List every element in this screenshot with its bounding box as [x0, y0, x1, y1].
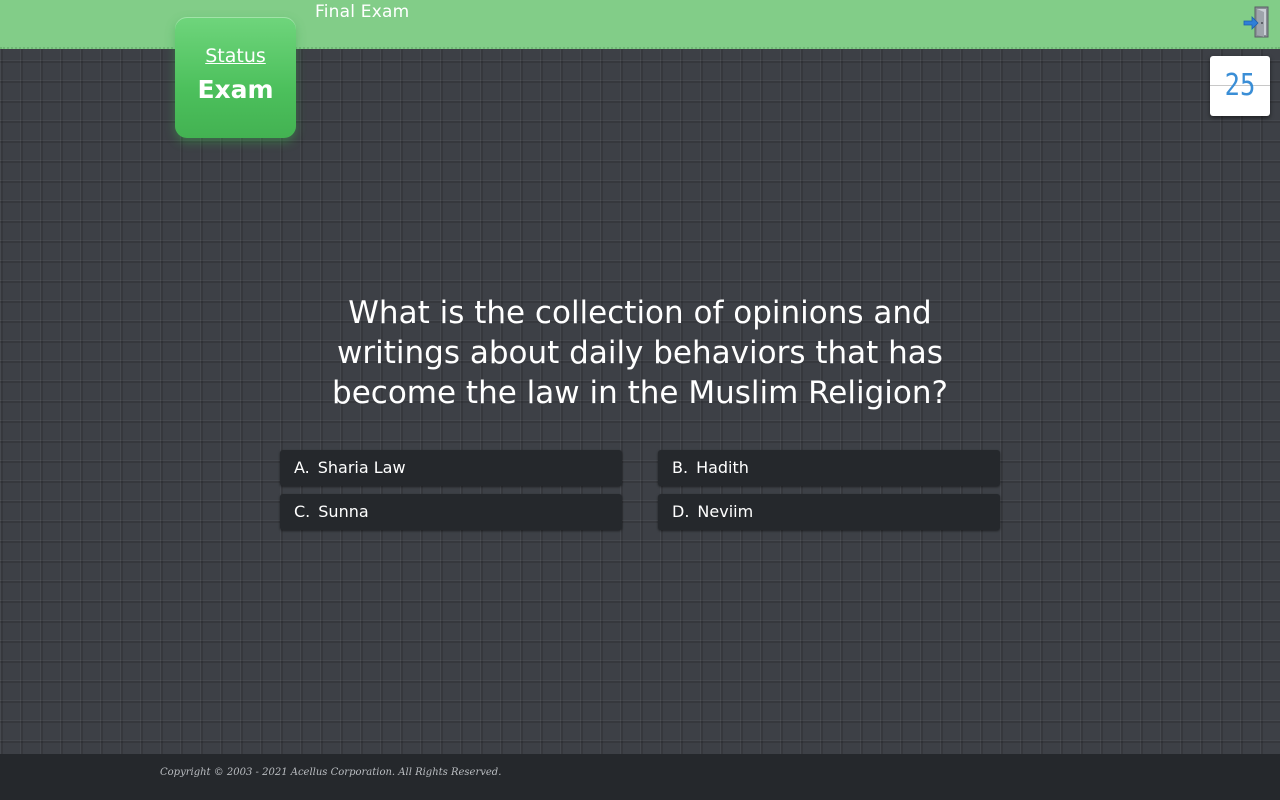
answer-letter: B.: [672, 458, 689, 477]
answer-option-d[interactable]: D. Neviim: [658, 494, 1000, 530]
answer-label: Neviim: [697, 502, 754, 521]
copyright-text: Copyright © 2003 - 2021 Acellus Corporat…: [160, 767, 502, 778]
answer-label: Hadith: [696, 458, 749, 477]
question-text: What is the collection of opinions and w…: [332, 295, 948, 411]
status-tile[interactable]: Status Exam: [175, 17, 296, 138]
question-counter: 25: [1210, 56, 1270, 116]
page-title: Final Exam: [315, 2, 410, 22]
answer-label: Sharia Law: [317, 458, 406, 477]
answer-option-b[interactable]: B. Hadith: [658, 450, 1000, 486]
answer-label: Sunna: [318, 502, 369, 521]
answer-letter: A.: [294, 458, 310, 477]
answer-option-c[interactable]: C. Sunna: [280, 494, 622, 530]
status-link[interactable]: Status: [175, 45, 296, 67]
footer: Copyright © 2003 - 2021 Acellus Corporat…: [0, 754, 1280, 800]
exit-door-icon: [1243, 6, 1269, 38]
answer-option-a[interactable]: A. Sharia Law: [280, 450, 622, 486]
exit-button[interactable]: [1242, 4, 1272, 40]
answer-letter: C.: [294, 502, 311, 521]
answer-letter: D.: [672, 502, 690, 521]
status-value: Exam: [197, 75, 274, 104]
counter-value: 25: [1224, 68, 1256, 103]
